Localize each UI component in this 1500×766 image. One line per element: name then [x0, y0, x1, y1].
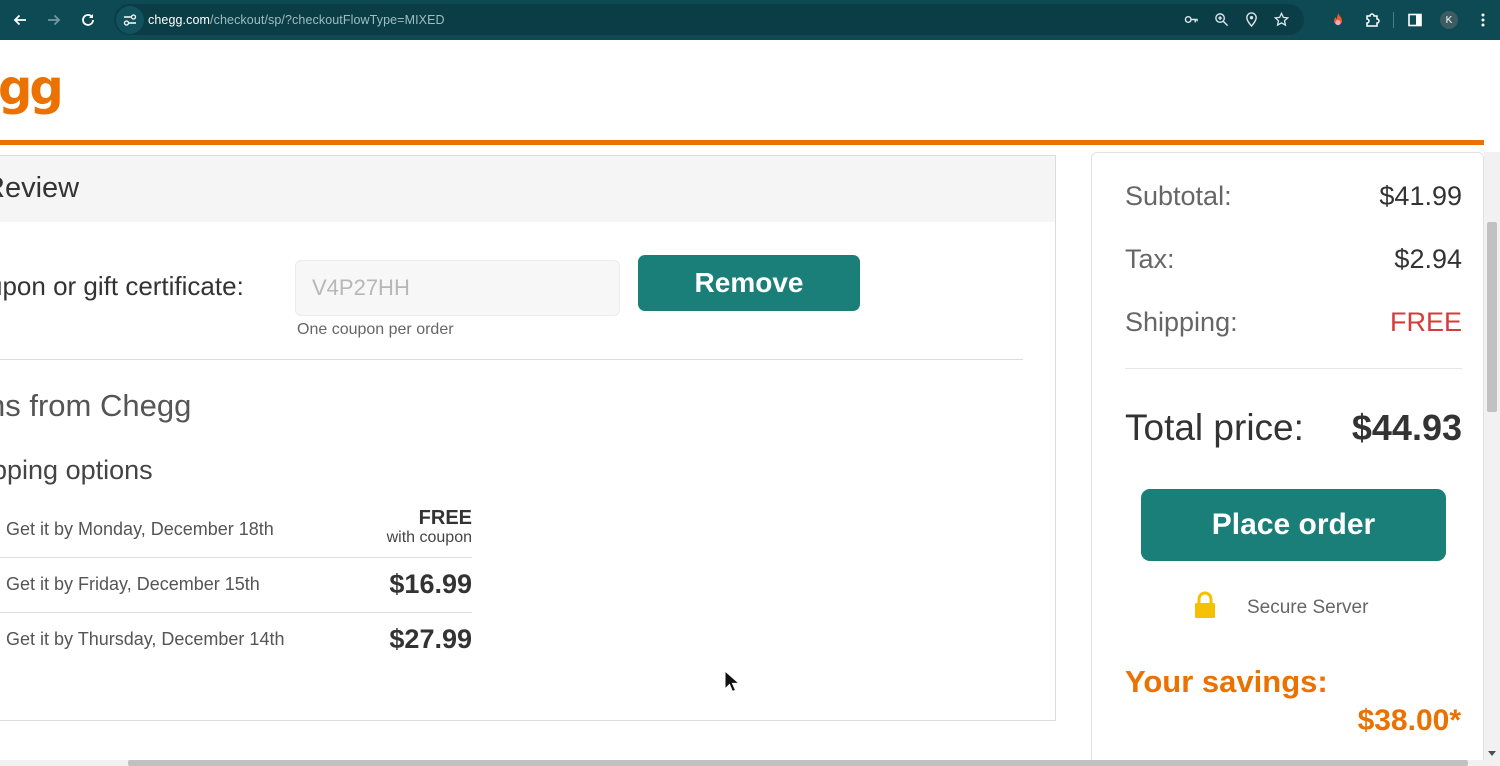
tax-label: Tax: — [1125, 244, 1175, 274]
menu-kebab-icon — [1481, 13, 1485, 27]
vertical-scrollbar-thumb[interactable] — [1487, 222, 1497, 412]
shipping-option-price: $27.99 — [389, 624, 472, 654]
total-value: $44.93 — [1351, 407, 1462, 448]
review-header: Review — [0, 156, 1055, 222]
back-icon — [13, 14, 26, 26]
shipping-label: Shipping: — [1125, 307, 1238, 337]
subtotal-label: Subtotal: — [1125, 181, 1232, 211]
review-title: Review — [0, 172, 80, 204]
savings-value: $38.00* — [1357, 704, 1461, 737]
bookmark-button[interactable] — [1272, 11, 1290, 29]
zoom-button[interactable] — [1212, 11, 1230, 29]
items-section-title: ns from Chegg — [0, 388, 192, 423]
url-text[interactable]: chegg.com/checkout/sp/?checkoutFlowType=… — [148, 13, 445, 27]
shipping-option-date: Get it by Thursday, December 14th — [6, 629, 285, 649]
shipping-option-price: FREE with coupon — [387, 507, 472, 547]
coupon-input[interactable] — [295, 260, 620, 316]
tax-value: $2.94 — [1394, 244, 1462, 274]
secure-server-text: Secure Server — [1247, 596, 1369, 618]
scroll-down-arrow-icon[interactable] — [1488, 751, 1496, 756]
forward-button[interactable] — [37, 3, 71, 37]
profile-button[interactable]: K — [1432, 3, 1466, 37]
shipping-row: Shipping: FREE — [1125, 307, 1462, 338]
location-button[interactable] — [1242, 11, 1260, 29]
zoom-icon — [1214, 13, 1228, 27]
tax-row: Tax: $2.94 — [1125, 244, 1462, 275]
mouse-cursor-icon — [724, 669, 741, 699]
password-key-button[interactable] — [1182, 11, 1200, 29]
vertical-scrollbar[interactable] — [1484, 152, 1500, 760]
reload-button[interactable] — [71, 3, 105, 37]
site-info-icon — [123, 13, 137, 26]
coupon-hint: One coupon per order — [297, 321, 454, 338]
shipping-free-note: with coupon — [386, 529, 472, 546]
side-panel-button[interactable] — [1398, 3, 1432, 37]
total-row: Total price: $44.93 — [1125, 407, 1462, 449]
shipping-option-date: Get it by Monday, December 18th — [6, 519, 274, 539]
chegg-logo[interactable]: gg — [0, 64, 64, 112]
review-panel: Review upon or gift certificate: One cou… — [0, 155, 1056, 721]
toolbar-separator — [1393, 12, 1394, 28]
url-host: chegg.com — [148, 12, 211, 27]
extensions-puzzle-icon — [1366, 13, 1380, 27]
shipping-option[interactable]: Get it by Monday, December 18th FREE wit… — [0, 503, 472, 558]
url-path: /checkout/sp/?checkoutFlowType=MIXED — [210, 12, 445, 27]
order-summary: Subtotal: $41.99 Tax: $2.94 Shipping: FR… — [1091, 152, 1484, 766]
header-accent-bar — [0, 140, 1484, 145]
summary-divider — [1125, 368, 1462, 369]
profile-avatar: K — [1440, 11, 1458, 29]
extension-button[interactable] — [1321, 3, 1355, 37]
horizontal-scrollbar-thumb[interactable] — [128, 760, 1468, 766]
back-button[interactable] — [3, 3, 37, 37]
coupon-label: upon or gift certificate: — [0, 271, 244, 301]
place-order-button[interactable]: Place order — [1141, 489, 1446, 561]
password-key-icon — [1184, 15, 1198, 24]
shipping-option[interactable]: Get it by Thursday, December 14th $27.99 — [0, 613, 472, 668]
extension-fire-icon — [1334, 13, 1342, 26]
section-divider — [0, 359, 1023, 360]
reload-icon — [82, 14, 94, 26]
shipping-option-price: $16.99 — [389, 569, 472, 599]
savings-label: Your savings: — [1125, 664, 1328, 699]
side-panel-icon — [1408, 13, 1422, 27]
shipping-options-list: Get it by Monday, December 18th FREE wit… — [0, 503, 472, 668]
forward-icon — [48, 14, 61, 26]
subtotal-row: Subtotal: $41.99 — [1125, 181, 1462, 212]
browser-toolbar: chegg.com/checkout/sp/?checkoutFlowType=… — [0, 0, 1500, 40]
shipping-option[interactable]: Get it by Friday, December 15th $16.99 — [0, 558, 472, 613]
browser-menu-button[interactable] — [1466, 3, 1500, 37]
secure-server-badge: Secure Server — [1193, 591, 1368, 624]
total-label: Total price: — [1125, 407, 1304, 448]
horizontal-scrollbar[interactable] — [0, 760, 1500, 766]
shipping-value: FREE — [1389, 307, 1462, 337]
shipping-option-date: Get it by Friday, December 15th — [6, 574, 260, 594]
extensions-menu-button[interactable] — [1355, 3, 1389, 37]
shipping-free-label: FREE — [418, 507, 472, 529]
shipping-options-title: ipping options — [0, 455, 153, 485]
location-icon — [1245, 12, 1257, 27]
subtotal-value: $41.99 — [1379, 181, 1462, 211]
remove-coupon-button[interactable]: Remove — [638, 255, 860, 311]
site-info-button[interactable] — [116, 5, 144, 34]
bookmark-star-icon — [1273, 12, 1289, 27]
lock-icon — [1193, 591, 1217, 624]
address-bar[interactable]: chegg.com/checkout/sp/?checkoutFlowType=… — [114, 4, 1304, 35]
